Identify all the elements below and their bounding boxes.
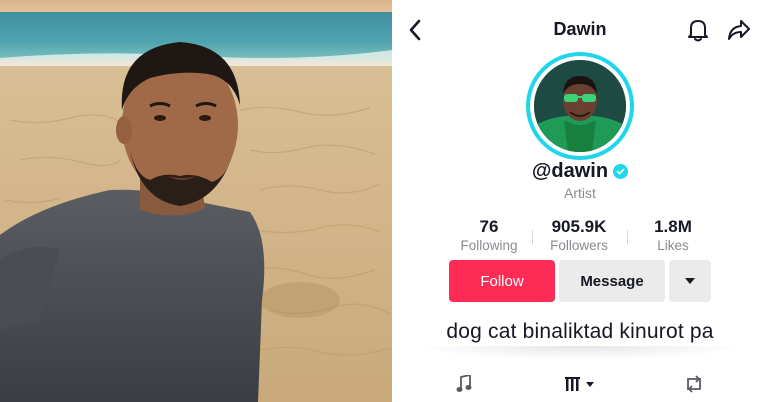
stat-followers[interactable]: 905.9K Followers — [534, 217, 624, 255]
stat-label: Likes — [657, 238, 689, 253]
share-arrow-icon — [728, 20, 750, 40]
profile-panel: Dawin @dawin Artist 76 Following 905.9K … — [392, 0, 768, 402]
share-button[interactable] — [725, 16, 753, 44]
tab-music[interactable] — [450, 370, 478, 398]
stat-value: 76 — [479, 217, 499, 236]
verified-check-icon — [613, 164, 629, 179]
message-button[interactable]: Message — [559, 260, 665, 302]
stat-value: 1.8M — [654, 217, 692, 236]
stat-likes[interactable]: 1.8M Likes — [628, 217, 718, 255]
profile-category: Artist — [564, 185, 596, 201]
notification-button[interactable] — [685, 16, 711, 44]
bell-icon — [688, 20, 708, 42]
tab-videos[interactable] — [562, 370, 602, 398]
follow-button[interactable]: Follow — [449, 260, 555, 302]
stat-value: 905.9K — [551, 217, 607, 236]
profile-stats: 76 Following 905.9K Followers 1.8M Likes — [444, 217, 716, 257]
tab-reposts[interactable] — [680, 370, 708, 398]
avatar-image — [534, 60, 626, 152]
repost-icon — [687, 375, 701, 393]
grid-bars-icon — [565, 377, 594, 391]
caret-down-icon — [685, 278, 695, 284]
page-title: Dawin — [553, 19, 607, 39]
stat-following[interactable]: 76 Following — [444, 217, 534, 255]
beach-selfie-photo — [0, 0, 392, 402]
bio-divider-shadow — [412, 346, 748, 360]
handle-row: @dawin — [392, 160, 768, 183]
more-options-button[interactable] — [669, 260, 711, 302]
avatar[interactable] — [526, 52, 634, 160]
stat-label: Followers — [550, 238, 608, 253]
music-note-icon — [456, 375, 472, 392]
stat-divider — [532, 230, 533, 244]
stat-label: Following — [460, 238, 518, 253]
username-handle: @dawin — [531, 160, 609, 182]
profile-bio: dog cat binaliktad kinurot pa — [446, 320, 714, 343]
